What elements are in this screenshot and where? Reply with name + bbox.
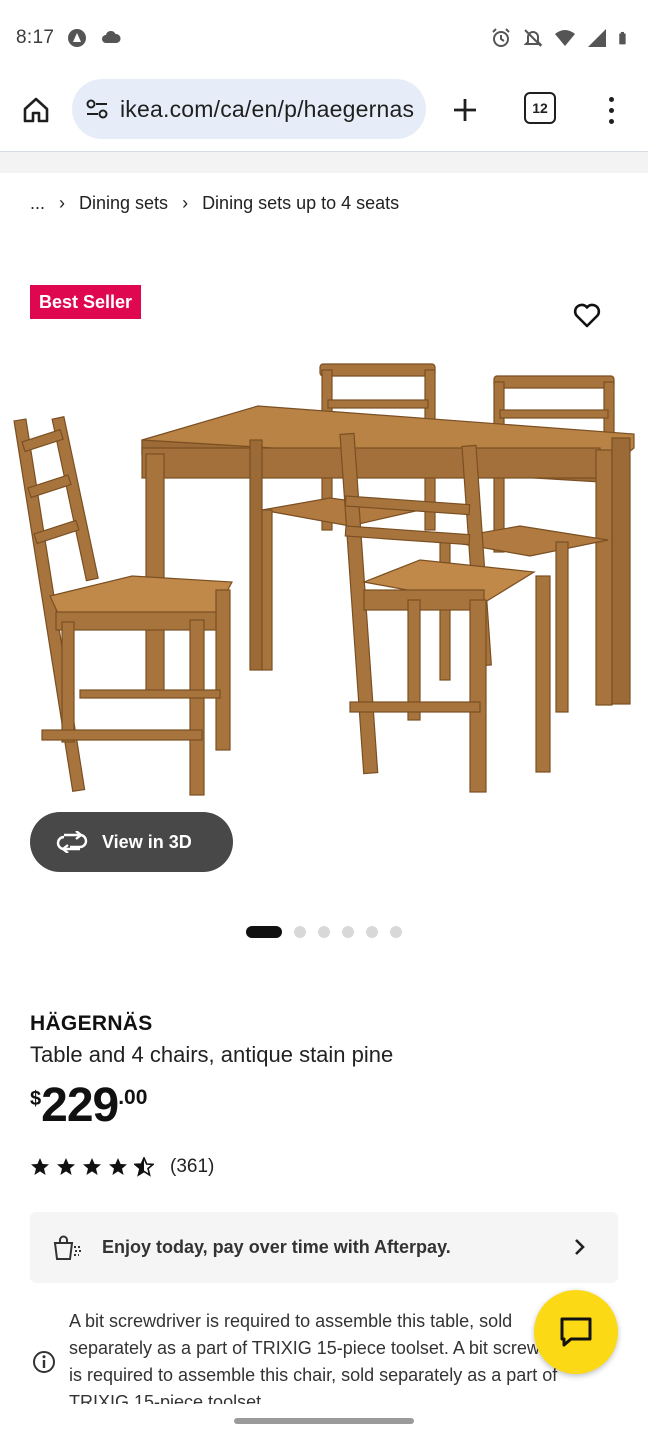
url-text: ikea.com/ca/en/p/haegernas [120, 95, 415, 122]
url-bar[interactable]: ikea.com/ca/en/p/haegernas [72, 79, 426, 139]
view-in-3d-label: View in 3D [102, 831, 192, 852]
home-button[interactable] [16, 90, 56, 130]
wifi-icon [555, 30, 575, 46]
carousel-dot[interactable] [342, 926, 354, 938]
info-icon [33, 1351, 55, 1373]
carousel-dot-active[interactable] [246, 926, 282, 938]
signal-icon [588, 29, 606, 47]
breadcrumb-item-dining-sets[interactable]: Dining sets [79, 193, 168, 214]
afterpay-text: Enjoy today, pay over time with Afterpay… [102, 1237, 451, 1257]
breadcrumb-ellipsis[interactable]: ... [30, 193, 45, 214]
plus-icon [454, 99, 476, 121]
chevron-right-icon [575, 1239, 585, 1255]
best-seller-badge: Best Seller [30, 285, 142, 319]
price-currency: $ [30, 1088, 42, 1110]
carousel-dot[interactable] [294, 926, 306, 938]
more-options-button[interactable] [594, 90, 628, 130]
carousel-dot[interactable] [390, 926, 402, 938]
more-dot-icon [608, 96, 614, 102]
product-price: $ 229 .00 [30, 1082, 147, 1130]
more-dot-icon [608, 118, 614, 124]
product-description: Table and 4 chairs, antique stain pine [30, 1042, 394, 1067]
vpn-icon [68, 29, 87, 47]
afterpay-banner[interactable]: Enjoy today, pay over time with Afterpay… [30, 1212, 618, 1283]
favorite-button[interactable] [566, 294, 608, 336]
price-integer: 229 [41, 1079, 119, 1132]
browser-toolbar: ikea.com/ca/en/p/haegernas 12 [0, 76, 648, 144]
product-rating[interactable]: (361) [30, 1156, 214, 1178]
cloud-icon [102, 30, 121, 43]
breadcrumb-item-dining-sets-4-seats[interactable]: Dining sets up to 4 seats [202, 193, 399, 214]
new-tab-button[interactable] [444, 90, 486, 130]
chat-button[interactable] [534, 1290, 618, 1374]
home-icon [23, 97, 49, 123]
assembly-info-text: A bit screwdriver is required to assembl… [69, 1311, 585, 1404]
chevron-right-icon: › [182, 193, 189, 213]
carousel-indicator [246, 926, 402, 938]
chevron-right-icon: › [59, 193, 66, 213]
site-settings-icon[interactable] [84, 96, 110, 122]
breadcrumb: ... › Dining sets › Dining sets up to 4 … [30, 193, 399, 214]
star-icon [57, 1158, 75, 1175]
battery-icon [619, 31, 626, 45]
star-icon [83, 1158, 101, 1175]
product-name: HÄGERNÄS [30, 1012, 153, 1035]
rotate-3d-icon [56, 831, 88, 853]
toolbar-divider [0, 151, 648, 173]
alarm-icon [492, 28, 510, 47]
star-half-icon [134, 1157, 154, 1177]
carousel-dot[interactable] [318, 926, 330, 938]
product-image[interactable] [0, 350, 648, 800]
view-in-3d-button[interactable]: View in 3D [30, 812, 233, 872]
carousel-dot[interactable] [366, 926, 378, 938]
status-bar: 8:17 [0, 0, 648, 76]
assembly-info: A bit screwdriver is required to assembl… [30, 1308, 590, 1404]
price-decimal: .00 [118, 1086, 148, 1109]
star-icon [109, 1158, 127, 1175]
rating-count: (361) [170, 1156, 215, 1177]
gesture-navigation-bar[interactable] [234, 1418, 414, 1424]
chat-icon [560, 1317, 592, 1347]
shopping-bag-icon [53, 1235, 81, 1260]
tab-switcher-button[interactable]: 12 [524, 92, 556, 124]
more-dot-icon [608, 107, 614, 113]
heart-icon [573, 303, 601, 328]
status-time: 8:17 [16, 27, 55, 48]
notifications-off-icon [523, 29, 543, 47]
star-icon [31, 1158, 49, 1175]
